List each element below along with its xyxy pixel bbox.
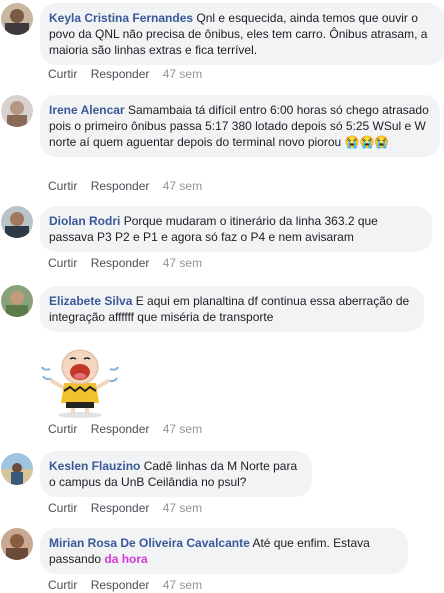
comment-timestamp[interactable]: 47 sem [163, 179, 202, 193]
avatar[interactable] [1, 453, 33, 485]
like-button[interactable]: Curtir [48, 501, 77, 515]
comment-bubble: Keslen Flauzino Cadê linhas da M Norte p… [40, 451, 312, 497]
avatar[interactable] [1, 95, 33, 127]
comment-timestamp[interactable]: 47 sem [163, 501, 202, 515]
avatar[interactable] [1, 285, 33, 317]
crying-sticker-image [40, 339, 126, 422]
comment-actions: Curtir Responder 47 sem [48, 501, 212, 515]
like-button[interactable]: Curtir [48, 422, 77, 436]
comment-bubble: Irene Alencar Samambaia tá difícil entro… [40, 95, 440, 157]
reply-button[interactable]: Responder [91, 179, 150, 193]
reply-button[interactable]: Responder [91, 67, 150, 81]
comment-timestamp[interactable]: 47 sem [163, 422, 202, 436]
reply-button[interactable]: Responder [91, 422, 150, 436]
reply-button[interactable]: Responder [91, 578, 150, 592]
like-button[interactable]: Curtir [48, 67, 77, 81]
comment-bubble: Elizabete Silva E aqui em planaltina df … [40, 286, 424, 332]
avatar[interactable] [1, 528, 33, 560]
like-button[interactable]: Curtir [48, 578, 77, 592]
comment-bubble: Keyla Cristina Fernandes Qnl e esquecida… [40, 3, 444, 65]
avatar[interactable] [1, 3, 33, 35]
comment-actions: Curtir Responder 47 sem [48, 67, 212, 81]
like-button[interactable]: Curtir [48, 179, 77, 193]
comment-actions: Curtir Responder 47 sem [48, 422, 212, 436]
comment-author[interactable]: Elizabete Silva [49, 294, 132, 308]
comment-author[interactable]: Irene Alencar [49, 103, 125, 117]
reply-button[interactable]: Responder [91, 501, 150, 515]
comment-timestamp[interactable]: 47 sem [163, 67, 202, 81]
comment-actions: Curtir Responder 47 sem [48, 578, 212, 592]
comment-author[interactable]: Mirian Rosa De Oliveira Cavalcante [49, 536, 250, 550]
comment-bubble: Mirian Rosa De Oliveira Cavalcante Até q… [40, 528, 408, 574]
avatar[interactable] [1, 206, 33, 238]
crying-emoji: 😭😭😭 [344, 135, 390, 149]
comment-actions: Curtir Responder 47 sem [48, 256, 212, 270]
comment-author[interactable]: Diolan Rodri [49, 214, 120, 228]
reply-button[interactable]: Responder [91, 256, 150, 270]
comment-author[interactable]: Keyla Cristina Fernandes [49, 11, 193, 25]
comment-timestamp[interactable]: 47 sem [163, 256, 202, 270]
comment-actions: Curtir Responder 47 sem [48, 179, 212, 193]
comment-bubble: Diolan Rodri Porque mudaram o itinerário… [40, 206, 432, 252]
comment-author[interactable]: Keslen Flauzino [49, 459, 140, 473]
hashtag-link[interactable]: da hora [104, 552, 147, 566]
like-button[interactable]: Curtir [48, 256, 77, 270]
comment-timestamp[interactable]: 47 sem [163, 578, 202, 592]
